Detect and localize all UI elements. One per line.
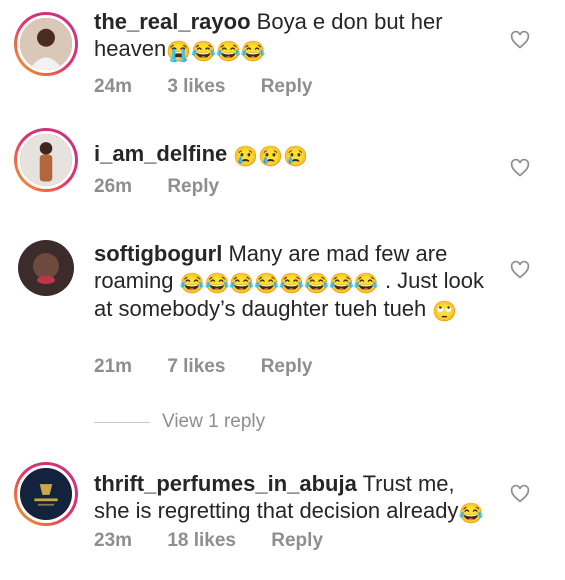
comment-emojis: 🙄 — [432, 301, 458, 323]
comment-time: 23m — [94, 530, 133, 551]
comment-username[interactable]: the_real_rayoo — [94, 9, 251, 34]
comment-meta: 26m Reply — [94, 176, 249, 198]
comment-meta: 21m 7 likes Reply — [94, 356, 342, 378]
comment-username[interactable]: softigbogurl — [94, 241, 222, 266]
comment-emojis: 😭😂😂😂 — [166, 41, 266, 63]
avatar[interactable] — [14, 462, 78, 526]
reply-button[interactable]: Reply — [271, 530, 323, 551]
comment-body: thrift_perfumes_in_abuja Trust me, she i… — [94, 470, 494, 525]
comment-emojis: 😂 — [458, 503, 484, 525]
comment-username[interactable]: thrift_perfumes_in_abuja — [94, 471, 357, 496]
avatar[interactable] — [14, 12, 78, 76]
comment-username[interactable]: i_am_delfine — [94, 141, 227, 166]
reply-button[interactable]: Reply — [261, 356, 313, 377]
avatar[interactable] — [18, 240, 74, 296]
comment-emojis: 😂😂😂😂😂😂😂😂 — [179, 273, 379, 295]
heart-outline-icon[interactable] — [510, 484, 530, 504]
view-replies-label: View 1 reply — [162, 411, 266, 432]
comment-meta: 23m 18 likes Reply — [94, 530, 353, 552]
divider — [94, 421, 150, 423]
reply-button[interactable]: Reply — [167, 176, 219, 197]
comment-body: the_real_rayoo Boya e don but her heaven… — [94, 8, 494, 63]
comment-likes[interactable]: 7 likes — [167, 356, 225, 377]
comment-emojis: 😢😢😢 — [233, 146, 309, 168]
avatar[interactable] — [14, 128, 78, 192]
heart-outline-icon[interactable] — [510, 158, 530, 178]
view-replies-button[interactable]: View 1 reply — [94, 410, 265, 434]
comment-meta: 24m 3 likes Reply — [94, 76, 342, 98]
comment-time: 26m — [94, 176, 133, 197]
comment-body: softigbogurl Many are mad few are roamin… — [94, 240, 494, 323]
reply-button[interactable]: Reply — [261, 76, 313, 97]
comment-likes[interactable]: 18 likes — [167, 530, 236, 551]
comment-time: 24m — [94, 76, 133, 97]
comment-likes[interactable]: 3 likes — [167, 76, 225, 97]
heart-outline-icon[interactable] — [510, 260, 530, 280]
comment-body: i_am_delfine 😢😢😢 — [94, 140, 494, 168]
heart-outline-icon[interactable] — [510, 30, 530, 50]
comment-time: 21m — [94, 356, 133, 377]
